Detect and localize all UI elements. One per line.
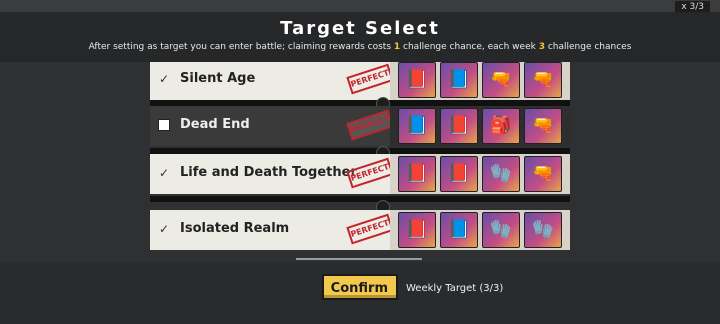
dialog-title: Target Select <box>280 18 440 39</box>
unchecked-box-icon[interactable] <box>158 119 170 131</box>
subtitle-text-3: challenge chances <box>544 42 632 52</box>
item-glyph: 🧤 <box>489 163 513 184</box>
check-icon[interactable]: ✓ <box>158 223 170 235</box>
perfect-stamp: PERFECT <box>346 157 394 189</box>
reward-weapon-icon[interactable]: 🔫 <box>524 156 562 192</box>
reward-gear-icon[interactable]: 🎒 <box>482 108 520 144</box>
item-glyph: 🧤 <box>489 219 513 240</box>
reward-book-icon[interactable]: 📘 <box>440 62 478 98</box>
item-glyph: 📕 <box>405 163 429 184</box>
reward-weapon-icon[interactable]: 🔫 <box>524 108 562 144</box>
check-icon[interactable]: ✓ <box>158 167 170 179</box>
item-glyph: 📕 <box>447 115 471 136</box>
row-left-panel: ✓ Isolated Realm PERFECT <box>150 210 394 250</box>
target-name: Silent Age <box>180 71 256 86</box>
subtitle-text-1: After setting as target you can enter ba… <box>88 42 394 52</box>
perfect-stamp: PERFECT <box>346 213 394 245</box>
target-name: Isolated Realm <box>180 221 290 236</box>
scroll-indicator <box>296 258 422 260</box>
subtitle-text-2: challenge chance, each week <box>400 42 539 52</box>
weekly-target-label: Weekly Target (3/3) <box>406 283 504 294</box>
reward-book-icon[interactable]: 📕 <box>398 212 436 248</box>
item-glyph: 🔫 <box>489 69 513 90</box>
target-name: Dead End <box>180 117 250 132</box>
reward-weapon-icon[interactable]: 🔫 <box>482 62 520 98</box>
reward-book-icon[interactable]: 📕 <box>440 108 478 144</box>
row-left-panel: ✓ Silent Age PERFECT <box>150 62 394 100</box>
reward-glove-icon[interactable]: 🧤 <box>524 212 562 248</box>
row-divider <box>150 196 570 202</box>
target-row[interactable]: Dead End PERFECT 📘 📕 🎒 🔫 <box>150 106 570 146</box>
target-row[interactable]: ✓ Life and Death Together PERFECT 📕 📕 🧤 … <box>150 154 570 194</box>
perfect-stamp: PERFECT <box>346 63 394 95</box>
item-glyph: 📘 <box>447 69 471 90</box>
target-row[interactable]: ✓ Silent Age PERFECT 📕 📘 🔫 🔫 <box>150 62 570 100</box>
item-glyph: 🔫 <box>531 115 555 136</box>
item-glyph: 🔫 <box>531 163 555 184</box>
row-left-panel: Dead End PERFECT <box>150 106 394 146</box>
item-glyph: 🎒 <box>489 115 513 136</box>
reward-book-icon[interactable]: 📘 <box>440 212 478 248</box>
reward-glove-icon[interactable]: 🧤 <box>482 156 520 192</box>
item-glyph: 📕 <box>447 163 471 184</box>
item-glyph: 🔫 <box>531 69 555 90</box>
reward-book-icon[interactable]: 📕 <box>440 156 478 192</box>
dialog-header: Target Select After setting as target yo… <box>0 12 720 62</box>
perfect-stamp: PERFECT <box>346 109 394 141</box>
reward-weapon-icon[interactable]: 🔫 <box>524 62 562 98</box>
reward-book-icon[interactable]: 📘 <box>398 108 436 144</box>
target-row[interactable]: ✓ Isolated Realm PERFECT 📕 📘 🧤 🧤 <box>150 210 570 250</box>
row-left-panel: ✓ Life and Death Together PERFECT <box>150 154 394 194</box>
item-glyph: 📕 <box>405 219 429 240</box>
reward-book-icon[interactable]: 📕 <box>398 156 436 192</box>
reward-book-icon[interactable]: 📕 <box>398 62 436 98</box>
dialog-subtitle: After setting as target you can enter ba… <box>0 42 720 52</box>
target-name: Life and Death Together <box>180 165 357 180</box>
check-icon[interactable]: ✓ <box>158 73 170 85</box>
item-glyph: 📕 <box>405 69 429 90</box>
item-glyph: 🧤 <box>531 219 555 240</box>
confirm-button[interactable]: Confirm <box>322 274 398 300</box>
item-glyph: 📘 <box>447 219 471 240</box>
target-list: ✓ Silent Age PERFECT 📕 📘 🔫 🔫 Dead End PE… <box>150 62 570 258</box>
reward-glove-icon[interactable]: 🧤 <box>482 212 520 248</box>
item-glyph: 📘 <box>405 115 429 136</box>
